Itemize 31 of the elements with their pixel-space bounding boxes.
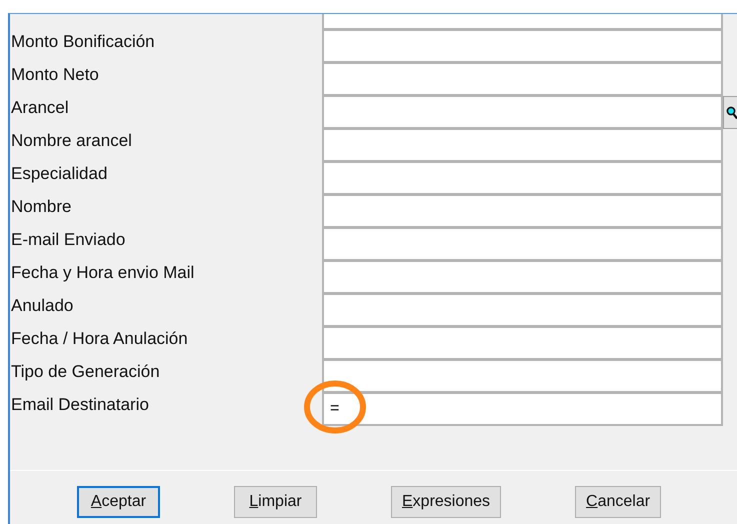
dialog-button[interactable]: Aceptar	[77, 486, 160, 518]
input-field[interactable]	[322, 63, 723, 96]
search-button[interactable]	[723, 96, 737, 129]
field-label: Fecha y Hora envio Mail	[11, 263, 194, 282]
field-label: Monto Bonificación	[11, 32, 155, 51]
input-field[interactable]	[322, 14, 723, 30]
dialog-button[interactable]: Limpiar	[234, 486, 317, 518]
input-field[interactable]	[322, 327, 723, 360]
field-label: Fecha / Hora Anulación	[11, 329, 188, 348]
field-label: Monto Neto	[11, 65, 99, 84]
field-label: Anulado	[11, 296, 74, 315]
input-field[interactable]	[322, 162, 723, 195]
input-field[interactable]	[322, 96, 723, 129]
field-label: E-mail Enviado	[11, 230, 126, 249]
field-label: Email Destinatario	[11, 395, 149, 414]
input-field[interactable]	[322, 30, 723, 63]
field-label: Tipo de Generación	[11, 362, 160, 381]
input-field[interactable]	[322, 129, 723, 162]
input-field[interactable]: =	[322, 393, 723, 426]
input-field[interactable]	[322, 261, 723, 294]
search-icon	[726, 106, 737, 120]
input-field[interactable]	[322, 228, 723, 261]
field-label: Especialidad	[11, 164, 108, 183]
input-field[interactable]	[322, 360, 723, 393]
field-label: Nombre arancel	[11, 131, 132, 150]
input-field[interactable]	[322, 294, 723, 327]
field-label: Arancel	[11, 98, 69, 117]
dialog-button[interactable]: Cancelar	[575, 486, 662, 518]
dialog-button[interactable]: Expresiones	[391, 486, 502, 518]
input-field[interactable]	[322, 195, 723, 228]
field-label: Nombre	[11, 197, 72, 216]
